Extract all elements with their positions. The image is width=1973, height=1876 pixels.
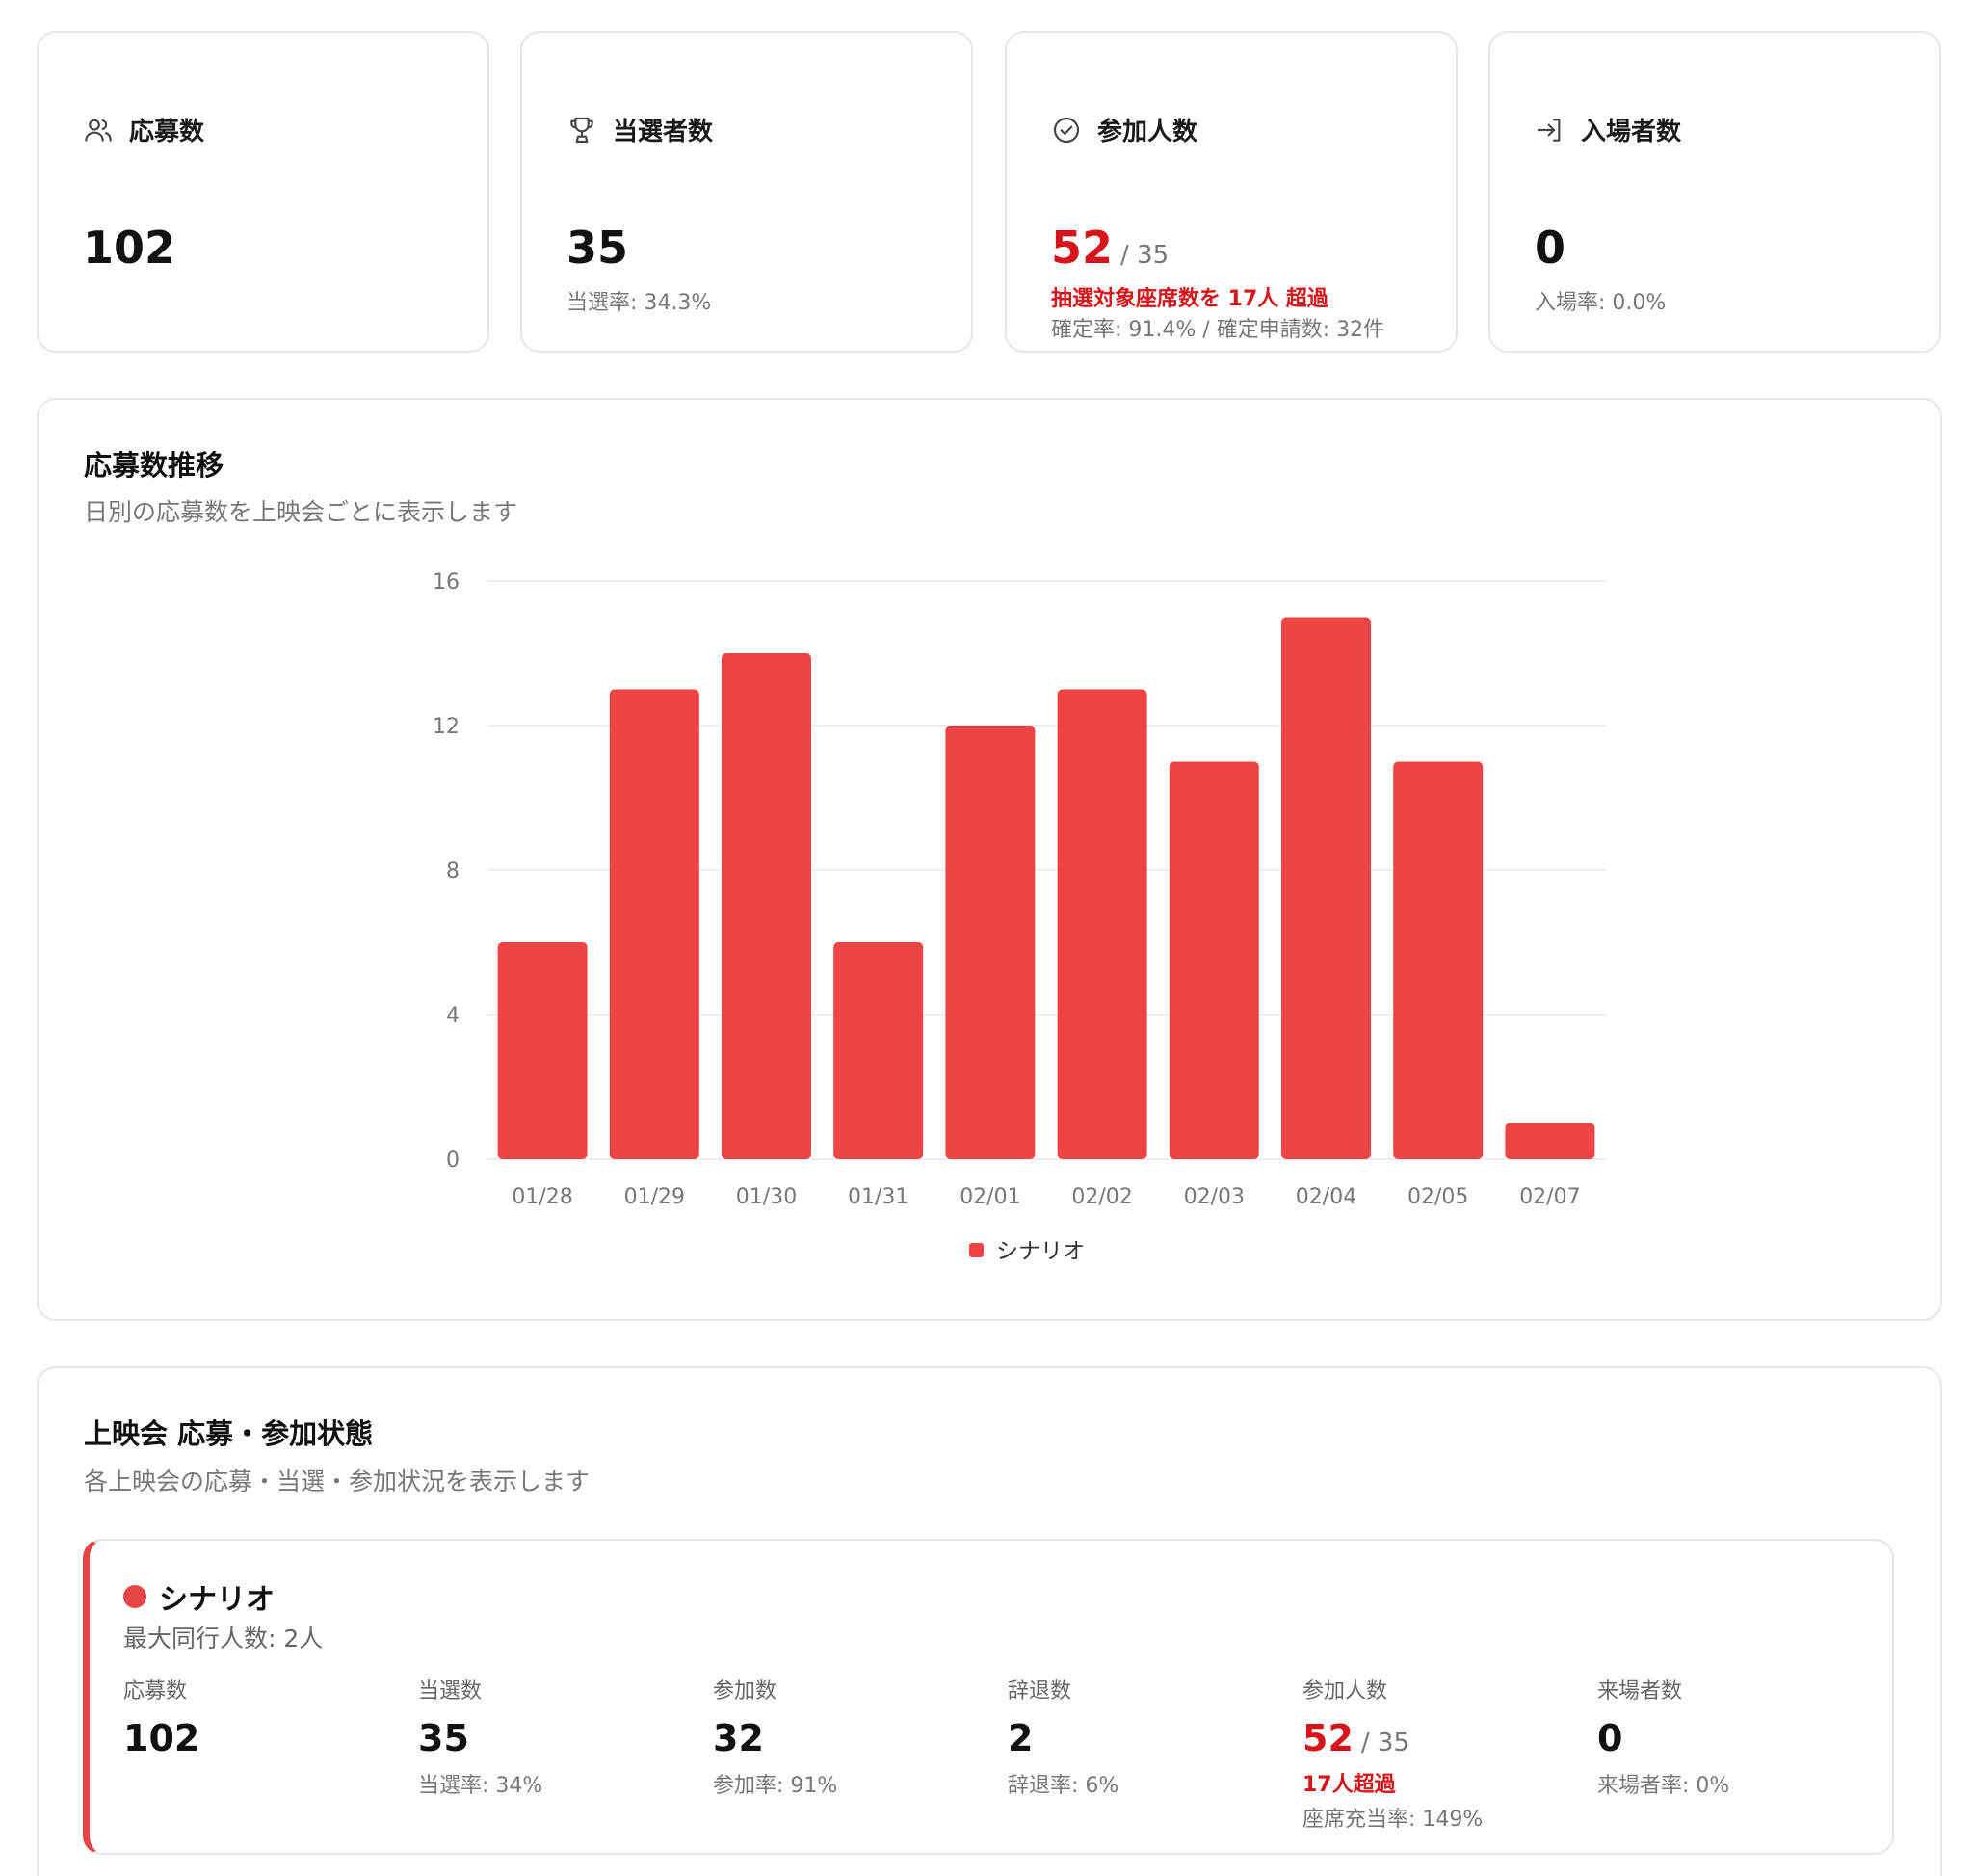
x-tick-label: 01/31 (848, 1185, 908, 1209)
y-tick-label: 4 (446, 1004, 460, 1028)
bar-02/03 (1169, 761, 1259, 1159)
x-tick-label: 01/29 (624, 1185, 685, 1209)
status-title: 上映会 応募・参加状態 (84, 1417, 374, 1450)
x-tick-label: 02/01 (960, 1185, 1020, 1209)
metric-subtext: 辞退率: 6% (1008, 1774, 1119, 1798)
metric-subtext: 来場者率: 0% (1597, 1774, 1730, 1798)
metric-denominator: / 35 (1360, 1729, 1409, 1757)
bar-02/02 (1057, 689, 1147, 1159)
y-tick-label: 16 (433, 570, 460, 595)
metric-label: 参加人数 (1302, 1679, 1388, 1704)
metric-participations: 参加数 32 参加率: 91% (713, 1674, 837, 1799)
x-tick-label: 02/02 (1071, 1185, 1132, 1209)
screening-name: シナリオ (159, 1583, 275, 1617)
metric-label: 当選数 (418, 1679, 483, 1704)
legend-swatch (969, 1243, 984, 1257)
x-tick-label: 02/03 (1184, 1185, 1245, 1209)
metric-label: 来場者数 (1597, 1679, 1683, 1704)
screening-max-companions: 最大同行人数: 2人 (123, 1625, 324, 1652)
y-tick-label: 8 (446, 859, 460, 884)
bar-02/07 (1505, 1123, 1595, 1159)
metric-value: 102 (123, 1717, 200, 1759)
metric-subtext: 参加率: 91% (713, 1774, 838, 1798)
x-tick-label: 01/28 (512, 1185, 572, 1209)
metric-winners: 当選数 35 当選率: 34% (418, 1674, 542, 1799)
x-tick-label: 02/05 (1407, 1185, 1468, 1209)
metric-label: 応募数 (123, 1679, 188, 1704)
bar-02/05 (1393, 761, 1484, 1159)
metric-visitors: 来場者数 0 来場者率: 0% (1597, 1674, 1729, 1799)
metric-value: 35 (418, 1717, 469, 1759)
metric-subtext: 当選率: 34% (418, 1774, 543, 1798)
y-tick-label: 12 (433, 715, 460, 739)
bar-01/29 (609, 689, 699, 1159)
metric-value: 0 (1597, 1717, 1623, 1759)
screening-color-dot (123, 1585, 146, 1608)
y-tick-label: 0 (446, 1149, 460, 1173)
metric-value: 52 (1302, 1717, 1354, 1759)
x-tick-label: 01/30 (736, 1185, 797, 1209)
x-tick-label: 02/07 (1519, 1185, 1580, 1209)
bar-01/28 (497, 942, 588, 1159)
bar-02/04 (1281, 617, 1371, 1159)
metric-label: 参加数 (713, 1679, 777, 1704)
screening-card[interactable]: シナリオ 最大同行人数: 2人 応募数 102 当選数 35 当選率: 34% … (83, 1539, 1894, 1855)
bar-01/30 (722, 653, 811, 1159)
x-tick-label: 02/04 (1296, 1185, 1356, 1209)
metric-value: 32 (713, 1717, 764, 1759)
bar-02/01 (945, 726, 1036, 1159)
bar-01/31 (833, 942, 924, 1159)
metric-value: 2 (1008, 1717, 1034, 1759)
status-description: 各上映会の応募・当選・参加状況を表示します (84, 1467, 591, 1495)
metric-warning: 17人超過 (1302, 1773, 1396, 1797)
metric-subtext: 座席充当率: 149% (1302, 1808, 1484, 1832)
metric-applications: 応募数 102 (123, 1674, 199, 1757)
legend-label: シナリオ (996, 1239, 1085, 1264)
metric-declines: 辞退数 2 辞退率: 6% (1008, 1674, 1118, 1799)
metric-label: 辞退数 (1008, 1679, 1072, 1704)
metric-participant-count: 参加人数 52 / 35 17人超過 座席充当率: 149% (1302, 1674, 1483, 1833)
